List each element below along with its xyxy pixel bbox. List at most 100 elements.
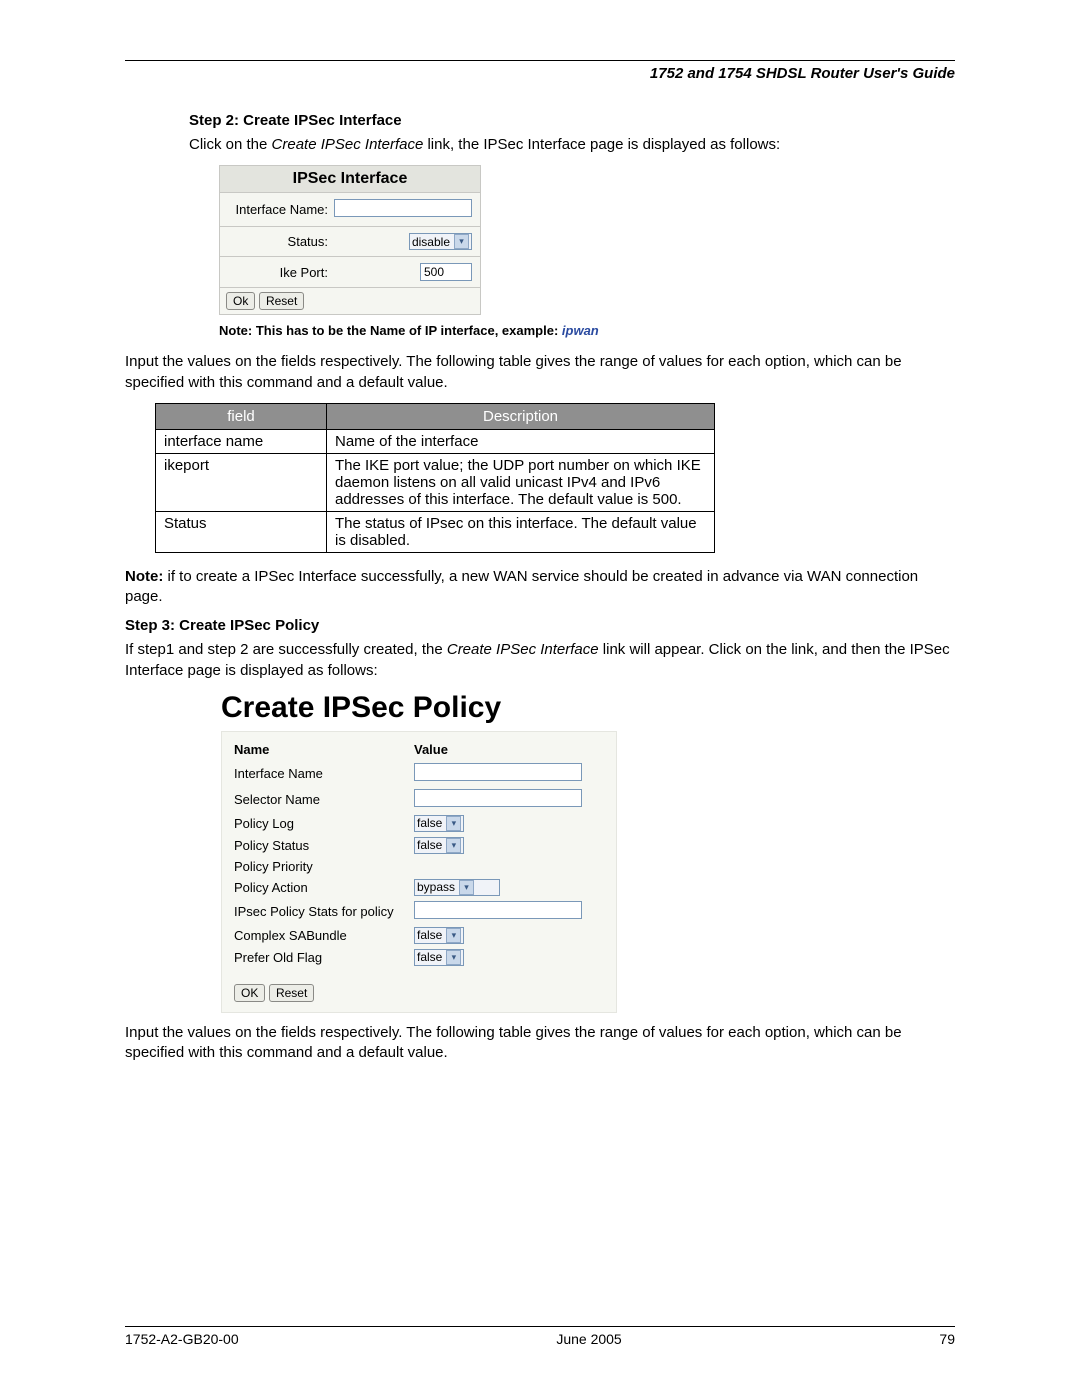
panel1-button-row: Ok Reset [220,288,480,314]
para-range1: Input the values on the fields respectiv… [125,352,955,393]
select-value: bypass [417,880,455,894]
table-row: ikeport The IKE port value; the UDP port… [156,453,715,511]
label-status: Status: [228,234,334,249]
page: 1752 and 1754 SHDSL Router User's Guide … [0,0,1080,1397]
panel2-head-value: Value [414,742,448,757]
panel2-head-name: Name [234,742,414,757]
text-input[interactable] [414,763,582,781]
th-description: Description [327,403,715,429]
td-desc: Name of the interface [327,429,715,453]
step3-intro-before: If step1 and step 2 are successfully cre… [125,641,447,658]
chevron-down-icon: ▾ [446,816,461,831]
create-ipsec-policy-panel: Name Value Interface Name Selector Name Po… [221,731,617,1013]
footer: 1752-A2-GB20-00 June 2005 79 [125,1326,955,1347]
policy-row-label: Policy Action [234,880,414,895]
footer-center: June 2005 [556,1331,621,1347]
policy-row-value: false ▾ [414,837,464,854]
text-input[interactable] [414,901,582,919]
footer-left: 1752-A2-GB20-00 [125,1331,239,1347]
select-input[interactable]: false ▾ [414,837,464,854]
row-interface-name: Interface Name: [220,193,480,227]
reset-button[interactable]: Reset [259,292,304,310]
policy-row-value [414,901,582,922]
policy-row-label: Policy Status [234,838,414,853]
row-ike-port: Ike Port: 500 [220,257,480,288]
text-input[interactable] [414,789,582,807]
policy-row: Selector Name [234,789,604,810]
create-ipsec-policy-title: Create IPSec Policy [221,691,955,725]
table-row: Status The status of IPsec on this inter… [156,511,715,552]
step2-intro-before: Click on the [189,136,272,153]
note1-prefix: Note: This has to be the Name of IP inte… [219,323,562,338]
ok-button[interactable]: OK [234,984,265,1002]
select-input[interactable]: bypass ▾ [414,879,500,896]
select-status-value: disable [412,235,450,249]
table-row: interface name Name of the interface [156,429,715,453]
policy-row-value: false▾ [414,927,464,944]
policy-row: Policy Actionbypass ▾ [234,879,604,896]
table-head-row: field Description [156,403,715,429]
policy-row-value: bypass ▾ [414,879,500,896]
select-status[interactable]: disable ▾ [409,233,472,250]
policy-row: Policy Priority [234,859,604,874]
note2-text: if to create a IPSec Interface successfu… [125,568,918,605]
header-rule [125,60,955,61]
policy-row: Complex SABundlefalse▾ [234,927,604,944]
policy-row: IPsec Policy Stats for policy [234,901,604,922]
select-input[interactable]: false ▾ [414,815,464,832]
step3-intro: If step1 and step 2 are successfully cre… [125,640,955,681]
policy-row-label: Selector Name [234,792,414,807]
policy-row: Policy Logfalse▾ [234,815,604,832]
reset-button[interactable]: Reset [269,984,314,1002]
header-title: 1752 and 1754 SHDSL Router User's Guide [125,65,955,82]
note2-label: Note: [125,568,163,585]
td-field: Status [156,511,327,552]
td-field: ikeport [156,453,327,511]
th-field: field [156,403,327,429]
step2-intro-after: link, the IPSec Interface page is displa… [423,136,780,153]
select-value: false [417,928,442,942]
policy-row: Prefer Old Flagfalse ▾ [234,949,604,966]
ok-button[interactable]: Ok [226,292,255,310]
input-interface-name[interactable] [334,199,472,217]
select-value: false [417,950,442,964]
label-ike-port: Ike Port: [228,265,334,280]
ipsec-interface-title: IPSec Interface [220,166,480,193]
footer-right: 79 [939,1331,955,1347]
row-status: Status: disable ▾ [220,227,480,257]
note1-example: ipwan [562,323,599,338]
select-input[interactable]: false▾ [414,927,464,944]
policy-row-label: Prefer Old Flag [234,950,414,965]
step3-intro-link: Create IPSec Interface [447,641,599,658]
select-value: false [417,838,442,852]
policy-row: Interface Name [234,763,604,784]
select-value: false [417,816,442,830]
note-interface-name: Note: This has to be the Name of IP inte… [219,323,955,338]
label-interface-name: Interface Name: [228,202,334,217]
td-desc: The status of IPsec on this interface. T… [327,511,715,552]
policy-row-label: IPsec Policy Stats for policy [234,904,414,919]
policy-row: Policy Statusfalse ▾ [234,837,604,854]
chevron-down-icon: ▾ [454,234,469,249]
policy-row-value: false ▾ [414,815,464,832]
step2-intro: Click on the Create IPSec Interface link… [189,135,955,155]
policy-row-label: Policy Priority [234,859,414,874]
policy-row-value [414,789,582,810]
td-desc: The IKE port value; the UDP port number … [327,453,715,511]
policy-row-value [414,763,582,784]
para-range2: Input the values on the fields respectiv… [125,1023,955,1064]
panel2-button-row: OK Reset [234,984,604,1002]
chevron-down-icon: ▾ [446,838,461,853]
chevron-down-icon: ▾ [446,950,461,965]
input-ike-port[interactable]: 500 [420,263,472,281]
policy-row-value: false ▾ [414,949,464,966]
panel2-head: Name Value [234,742,604,757]
chevron-down-icon: ▾ [459,880,474,895]
step2-heading: Step 2: Create IPSec Interface [189,112,955,129]
select-input[interactable]: false ▾ [414,949,464,966]
field-description-table: field Description interface name Name of… [155,403,715,553]
policy-row-label: Complex SABundle [234,928,414,943]
policy-row-label: Interface Name [234,766,414,781]
ipsec-interface-panel: IPSec Interface Interface Name: Status: … [219,165,481,315]
note-wan: Note: if to create a IPSec Interface suc… [125,567,955,608]
